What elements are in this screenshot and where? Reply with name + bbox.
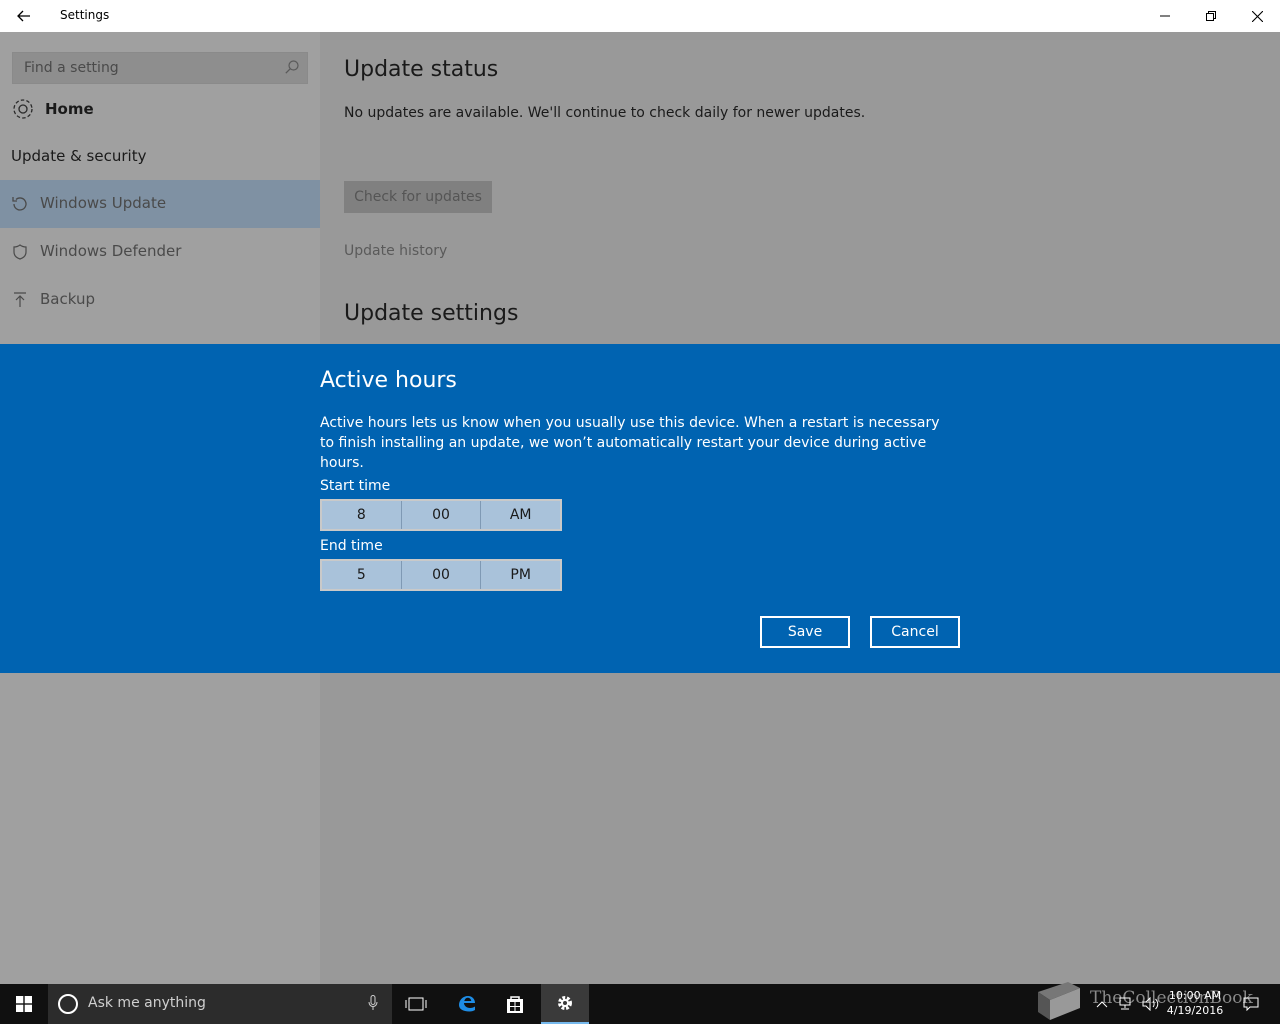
clock-date: 4/19/2016 <box>1166 1004 1224 1017</box>
close-button[interactable] <box>1234 0 1280 32</box>
window-title: Settings <box>60 8 110 22</box>
home-link[interactable]: Home <box>11 96 94 122</box>
chevron-up-icon <box>1096 1001 1108 1008</box>
start-time-label: Start time <box>320 478 391 494</box>
save-button[interactable]: Save <box>760 616 850 648</box>
sidebar-item-backup[interactable]: Backup <box>0 276 320 324</box>
taskbar: Ask me anything TheCollectionBook 10:00 … <box>0 982 1280 1024</box>
dialog-description: Active hours lets us know when you usual… <box>320 415 940 471</box>
gear-icon <box>558 996 572 1010</box>
sidebar-item-windows-update[interactable]: Windows Update <box>0 180 320 228</box>
windows-logo-icon <box>16 996 32 1012</box>
start-hour[interactable]: 8 <box>322 501 402 529</box>
end-hour[interactable]: 5 <box>322 561 402 589</box>
cortana-placeholder: Ask me anything <box>88 995 206 1011</box>
cortana-search-box[interactable]: Ask me anything <box>48 984 392 1024</box>
sidebar-item-label: Backup <box>40 290 95 308</box>
back-arrow-icon <box>17 10 30 22</box>
check-for-updates-button[interactable]: Check for updates <box>344 181 492 213</box>
refresh-icon <box>12 197 27 211</box>
search-placeholder: Find a setting <box>24 60 119 76</box>
microphone-icon[interactable] <box>368 995 378 1011</box>
network-icon <box>1119 997 1131 1010</box>
clock-time: 10:00 AM <box>1168 989 1222 1002</box>
shield-icon <box>13 244 27 260</box>
taskbar-clock[interactable]: 10:00 AM 4/19/2016 <box>1160 988 1230 1018</box>
end-time-label: End time <box>320 538 383 554</box>
search-icon <box>285 60 299 74</box>
active-hours-dialog: Active hours Active hours lets us know w… <box>0 344 1280 673</box>
store-button[interactable] <box>491 984 539 1024</box>
action-center-button[interactable] <box>1238 984 1264 1024</box>
cortana-icon <box>58 994 78 1014</box>
settings-taskbar-button[interactable] <box>541 984 589 1024</box>
restore-button[interactable] <box>1188 0 1234 32</box>
network-button[interactable] <box>1116 984 1138 1024</box>
start-button[interactable] <box>0 984 48 1024</box>
store-bag-icon <box>507 996 523 1013</box>
section-title: Update & security <box>11 147 147 165</box>
update-status-title: Update status <box>344 57 499 82</box>
sidebar-item-label: Windows Defender <box>40 242 182 260</box>
end-time-picker[interactable]: 5 00 PM <box>320 559 562 591</box>
update-history-link[interactable]: Update history <box>344 243 447 259</box>
minimize-button[interactable] <box>1142 0 1188 32</box>
update-status-text: No updates are available. We'll continue… <box>344 105 866 121</box>
search-input[interactable]: Find a setting <box>12 52 308 84</box>
task-view-button[interactable] <box>392 984 440 1024</box>
start-minute[interactable]: 00 <box>402 501 482 529</box>
start-time-picker[interactable]: 8 00 AM <box>320 499 562 531</box>
dialog-title: Active hours <box>320 368 457 393</box>
cancel-button[interactable]: Cancel <box>870 616 960 648</box>
home-label: Home <box>45 100 94 118</box>
update-settings-title: Update settings <box>344 301 519 326</box>
sidebar-item-label: Windows Update <box>40 194 167 212</box>
task-view-icon <box>405 997 427 1011</box>
close-icon <box>1251 10 1263 22</box>
speaker-icon <box>1142 997 1159 1011</box>
upload-arrow-icon <box>14 292 26 307</box>
back-button[interactable] <box>8 0 40 32</box>
title-bar: Settings <box>0 0 1280 32</box>
edge-icon <box>459 996 475 1012</box>
volume-button[interactable] <box>1140 984 1162 1024</box>
end-minute[interactable]: 00 <box>402 561 482 589</box>
notification-icon <box>1243 997 1259 1011</box>
edge-browser-button[interactable] <box>443 984 491 1024</box>
show-hidden-icons-button[interactable] <box>1092 984 1112 1024</box>
book-icon <box>1038 982 1080 1020</box>
gear-icon <box>13 99 33 119</box>
start-period[interactable]: AM <box>481 501 560 529</box>
end-period[interactable]: PM <box>481 561 560 589</box>
sidebar-item-windows-defender[interactable]: Windows Defender <box>0 228 320 276</box>
minimize-icon <box>1160 15 1170 17</box>
restore-icon <box>1206 11 1216 21</box>
